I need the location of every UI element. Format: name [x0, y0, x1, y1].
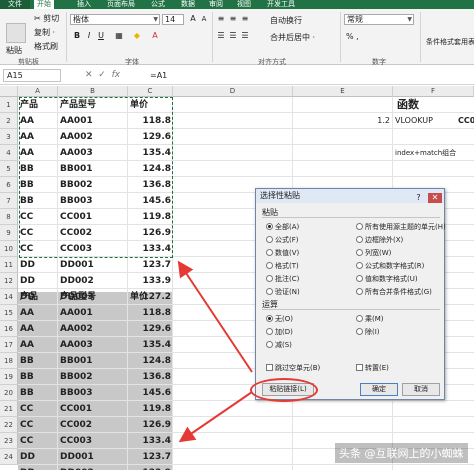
- paste-option-radio[interactable]: 值和数字格式(U): [356, 274, 418, 284]
- paste-option-radio[interactable]: 公式和数字格式(R): [356, 261, 424, 271]
- skip-blanks-label: 跳过空单元(B): [275, 364, 321, 372]
- paste-option-radio[interactable]: 数值(V): [266, 248, 299, 258]
- help-icon[interactable]: ?: [411, 193, 425, 203]
- paste-option-label: 值和数字格式(U): [365, 275, 418, 283]
- paste-option-radio[interactable]: 验证(N): [266, 287, 300, 297]
- skip-blanks-checkbox[interactable]: 跳过空单元(B): [266, 363, 320, 373]
- radio-icon: [266, 328, 273, 335]
- paste-option-label: 验证(N): [275, 288, 300, 296]
- radio-icon: [356, 249, 363, 256]
- close-icon[interactable]: ✕: [428, 193, 442, 203]
- arrow-to-source: [177, 260, 253, 373]
- paste-option-radio[interactable]: 全部(A): [266, 222, 299, 232]
- radio-icon: [266, 275, 273, 282]
- paste-option-radio[interactable]: 批注(C): [266, 274, 299, 284]
- paste-option-label: 数值(V): [275, 249, 300, 257]
- radio-icon: [266, 249, 273, 256]
- checkbox-icon: [356, 364, 363, 371]
- paste-option-label: 全部(A): [275, 223, 300, 231]
- paste-option-label: 格式(T): [275, 262, 299, 270]
- paste-option-label: 批注(C): [275, 275, 300, 283]
- paste-special-dialog: 选择性粘贴 ? ✕ 粘贴 全部(A) 公式(F) 数值(V) 格式(T) 批注(C) 验证…: [255, 188, 446, 400]
- arrow-to-pasted: [178, 391, 253, 443]
- section-divider: [262, 217, 440, 218]
- radio-icon: [356, 288, 363, 295]
- radio-icon: [356, 328, 363, 335]
- radio-icon: [266, 223, 273, 230]
- paste-option-label: 公式和数字格式(R): [365, 262, 425, 270]
- checkbox-icon: [266, 364, 273, 371]
- radio-icon: [356, 275, 363, 282]
- paste-option-label: 所有使用源主题的单元(H): [365, 223, 446, 231]
- transpose-label: 转置(E): [365, 364, 389, 372]
- operation-radio[interactable]: 加(D): [266, 327, 293, 337]
- operation-label: 无(O): [275, 315, 293, 323]
- ok-button[interactable]: 确定: [360, 383, 398, 396]
- paste-link-highlight-circle: [250, 378, 318, 402]
- radio-icon: [356, 236, 363, 243]
- paste-option-radio[interactable]: 边框除外(X): [356, 235, 403, 245]
- paste-option-label: 边框除外(X): [365, 236, 404, 244]
- operation-label: 乘(M): [365, 315, 384, 323]
- operation-label: 减(S): [275, 341, 292, 349]
- dialog-title: 选择性粘贴: [260, 191, 300, 200]
- operation-radio[interactable]: 减(S): [266, 340, 292, 350]
- transpose-checkbox[interactable]: 转置(E): [356, 363, 389, 373]
- paste-option-radio[interactable]: 格式(T): [266, 261, 299, 271]
- radio-icon: [266, 262, 273, 269]
- operation-label: 除(I): [365, 328, 380, 336]
- dialog-title-bar: 选择性粘贴 ? ✕: [256, 189, 444, 203]
- excel-window: 文件 开始 插入 页面布局 公式 数据 审阅 视图 开发工具 粘贴 ✂ 剪切 复…: [0, 0, 474, 470]
- radio-icon: [356, 262, 363, 269]
- radio-icon: [266, 236, 273, 243]
- paste-option-label: 所有合并条件格式(G): [365, 288, 432, 296]
- operation-radio[interactable]: 乘(M): [356, 314, 384, 324]
- paste-option-radio[interactable]: 公式(F): [266, 235, 299, 245]
- radio-icon: [266, 315, 273, 322]
- watermark: 头条 @互联网上的小蜘蛛: [335, 443, 468, 463]
- paste-option-radio[interactable]: 所有合并条件格式(G): [356, 287, 432, 297]
- radio-icon: [356, 315, 363, 322]
- radio-icon: [266, 341, 273, 348]
- radio-icon: [266, 288, 273, 295]
- paste-option-radio[interactable]: 列宽(W): [356, 248, 391, 258]
- operation-radio[interactable]: 无(O): [266, 314, 293, 324]
- operation-label: 加(D): [275, 328, 293, 336]
- operation-radio[interactable]: 除(I): [356, 327, 380, 337]
- section-divider: [262, 309, 440, 310]
- radio-icon: [356, 223, 363, 230]
- paste-option-label: 列宽(W): [365, 249, 392, 257]
- cancel-button[interactable]: 取消: [402, 383, 440, 396]
- paste-option-label: 公式(F): [275, 236, 299, 244]
- paste-option-radio[interactable]: 所有使用源主题的单元(H): [356, 222, 446, 232]
